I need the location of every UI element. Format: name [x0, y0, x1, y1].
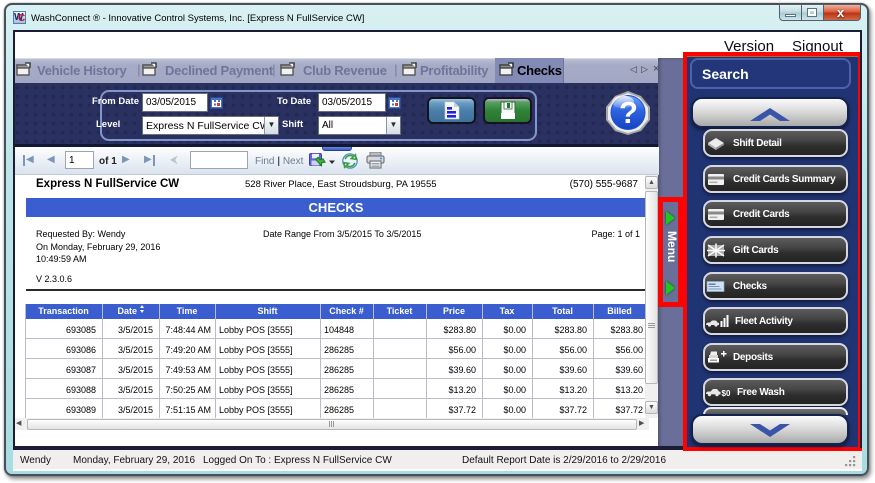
svg-text:$0: $0 [722, 389, 731, 398]
svg-text:?: ? [619, 95, 638, 130]
